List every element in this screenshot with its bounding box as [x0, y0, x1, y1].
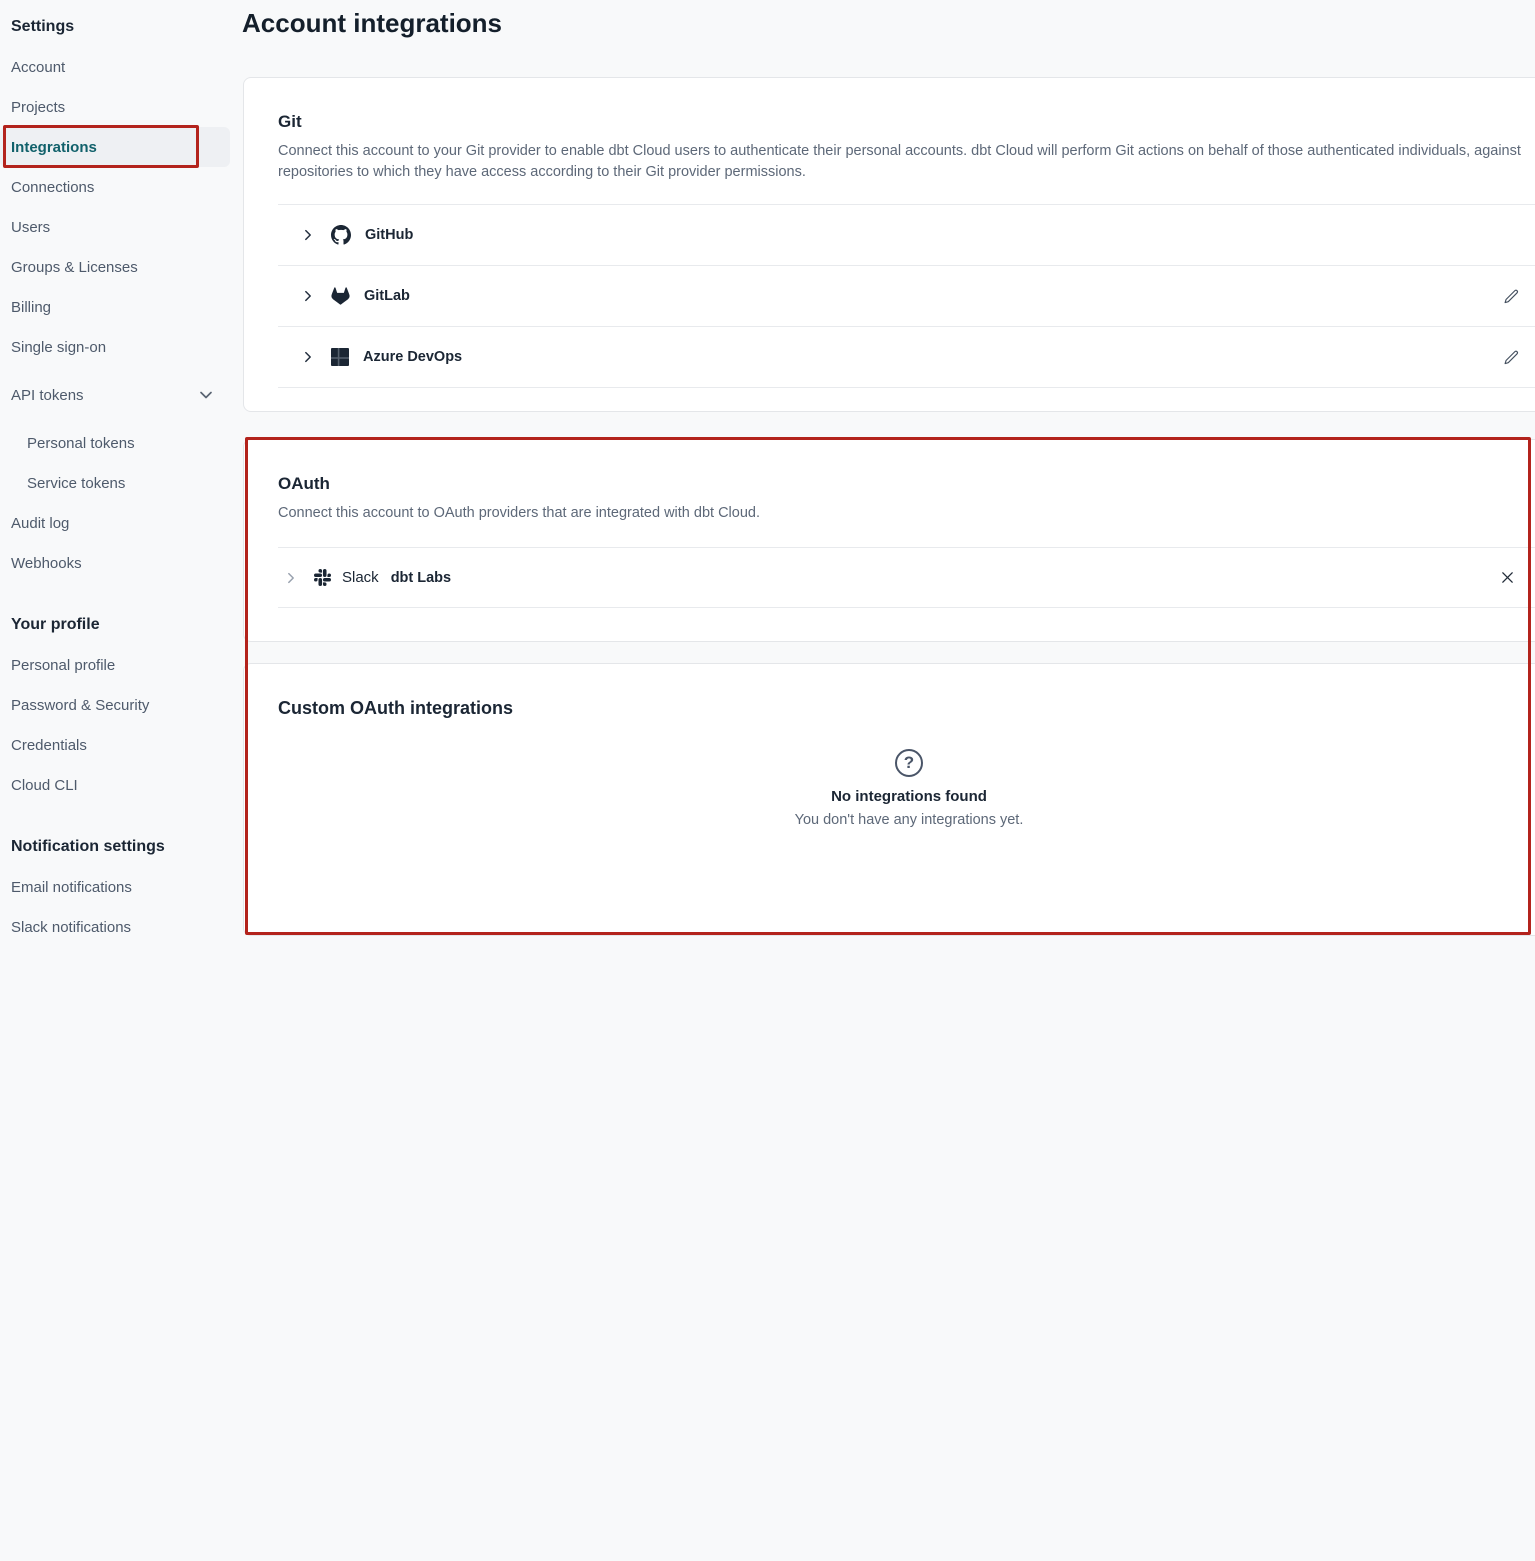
sidebar-item-label: Users	[11, 219, 50, 236]
custom-oauth-card: Custom OAuth integrations No integration…	[243, 663, 1535, 936]
chevron-right-icon[interactable]	[301, 228, 315, 242]
empty-state: No integrations found You don't have any…	[244, 749, 1535, 828]
chevron-right-icon[interactable]	[301, 289, 315, 303]
sidebar-item-label: Account	[11, 59, 65, 76]
sidebar-item-groups-licenses[interactable]: Groups & Licenses	[0, 247, 230, 287]
sidebar-item-label: Connections	[11, 179, 94, 196]
sidebar-item-slack-notifications[interactable]: Slack notifications	[0, 907, 230, 947]
git-provider-label: GitHub	[365, 227, 413, 243]
sidebar-nav: Settings Account Projects Integrations Conne…	[0, 0, 230, 947]
sidebar-item-label: Your profile	[11, 616, 100, 634]
sidebar-item-label: Service tokens	[27, 475, 125, 492]
sidebar-item-personal-tokens[interactable]: Personal tokens	[0, 423, 230, 463]
sidebar-item-label: Integrations	[11, 139, 97, 156]
sidebar-item-audit-log[interactable]: Audit log	[0, 503, 230, 543]
sidebar-item-users[interactable]: Users	[0, 207, 230, 247]
sidebar-item-service-tokens[interactable]: Service tokens	[0, 463, 230, 503]
git-provider-label: Azure DevOps	[363, 349, 462, 365]
sidebar-item-webhooks[interactable]: Webhooks	[0, 543, 230, 583]
oauth-card-title: OAuth	[244, 440, 1535, 494]
page-title: Account integrations	[242, 8, 502, 39]
sidebar-item-label: Email notifications	[11, 879, 132, 896]
sidebar-item-single-sign-on[interactable]: Single sign-on	[0, 327, 230, 367]
sidebar-item-label: Password & Security	[11, 697, 149, 714]
git-card-title: Git	[244, 78, 1535, 132]
git-row-gitlab[interactable]: GitLab	[278, 265, 1535, 326]
sidebar-item-credentials[interactable]: Credentials	[0, 725, 230, 765]
sidebar-item-label: Groups & Licenses	[11, 259, 138, 276]
git-row-azure-devops[interactable]: Azure DevOps	[278, 326, 1535, 387]
oauth-card-description: Connect this account to OAuth providers …	[278, 503, 1535, 524]
sidebar-item-label: Personal profile	[11, 657, 115, 674]
sidebar-item-api-tokens[interactable]: API tokens	[0, 375, 230, 415]
empty-state-title: No integrations found	[244, 788, 1535, 805]
custom-oauth-card-title: Custom OAuth integrations	[244, 664, 1535, 719]
sidebar-item-cloud-cli[interactable]: Cloud CLI	[0, 765, 230, 805]
sidebar-item-billing[interactable]: Billing	[0, 287, 230, 327]
sidebar-item-label: Personal tokens	[27, 435, 135, 452]
github-icon	[331, 225, 351, 245]
sidebar-item-email-notifications[interactable]: Email notifications	[0, 867, 230, 907]
chevron-down-icon[interactable]	[198, 387, 214, 403]
pencil-icon	[1503, 288, 1520, 305]
oauth-provider-label: Slack	[342, 569, 379, 586]
sidebar-item-label: Projects	[11, 99, 65, 116]
sidebar-item-integrations[interactable]: Integrations	[0, 127, 230, 167]
git-provider-label: GitLab	[364, 288, 410, 304]
git-row-github[interactable]: GitHub	[278, 204, 1535, 265]
close-button[interactable]	[1498, 568, 1517, 587]
oauth-row-slack[interactable]: Slack dbt Labs	[278, 547, 1535, 607]
sidebar-item-password-security[interactable]: Password & Security	[0, 685, 230, 725]
git-card: Git Connect this account to your Git pro…	[243, 77, 1535, 412]
sidebar-item-label: Billing	[11, 299, 51, 316]
sidebar-item-label: Cloud CLI	[11, 777, 78, 794]
slack-icon	[314, 569, 331, 586]
sidebar-item-connections[interactable]: Connections	[0, 167, 230, 207]
sidebar-item-label: Credentials	[11, 737, 87, 754]
git-card-description: Connect this account to your Git provide…	[278, 141, 1535, 183]
x-icon	[1500, 570, 1515, 585]
sidebar-item-label: Webhooks	[11, 555, 82, 572]
edit-button[interactable]	[1501, 286, 1522, 307]
oauth-card: OAuth Connect this account to OAuth prov…	[243, 439, 1535, 642]
question-circle-icon	[895, 749, 923, 777]
edit-button[interactable]	[1501, 347, 1522, 368]
gitlab-icon	[331, 287, 350, 305]
sidebar-header-settings: Settings	[0, 7, 230, 47]
sidebar-item-projects[interactable]: Projects	[0, 87, 230, 127]
oauth-account-name: dbt Labs	[391, 570, 451, 586]
azure-devops-icon	[331, 348, 349, 366]
sidebar-item-label: Notification settings	[11, 838, 165, 856]
sidebar-header-your-profile: Your profile	[0, 605, 230, 645]
sidebar-item-personal-profile[interactable]: Personal profile	[0, 645, 230, 685]
sidebar-item-label: Audit log	[11, 515, 69, 532]
sidebar-item-label: Slack notifications	[11, 919, 131, 936]
empty-state-subtitle: You don't have any integrations yet.	[244, 812, 1535, 828]
sidebar-item-label: API tokens	[11, 387, 84, 404]
sidebar-item-label: Single sign-on	[11, 339, 106, 356]
chevron-right-icon[interactable]	[284, 571, 298, 585]
git-provider-list: GitHub GitLab Azure DevOps	[278, 204, 1535, 388]
pencil-icon	[1503, 349, 1520, 366]
sidebar-header-notification-settings: Notification settings	[0, 827, 230, 867]
chevron-right-icon[interactable]	[301, 350, 315, 364]
sidebar-item-account[interactable]: Account	[0, 47, 230, 87]
sidebar-item-label: Settings	[11, 18, 74, 36]
oauth-provider-list: Slack dbt Labs	[278, 547, 1535, 608]
